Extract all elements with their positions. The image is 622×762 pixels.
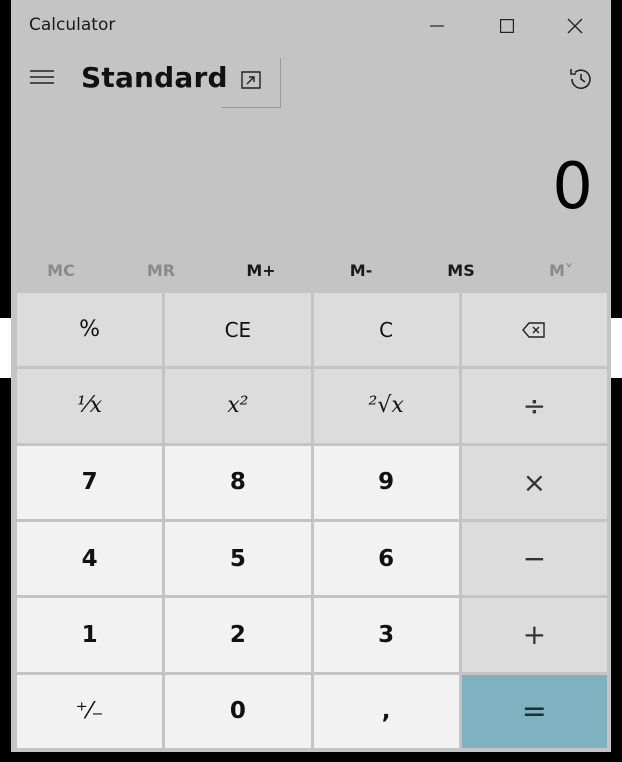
app-title: Calculator [29,15,116,35]
digit-1-button[interactable]: 1 [17,598,163,672]
memory-subtract-button[interactable]: M- [311,255,411,287]
keypad: % CE C ¹⁄x x² ²√x ÷ 7 8 9 × 4 5 6 − 1 2 … [17,293,607,748]
clear-entry-button[interactable]: CE [165,293,311,367]
digit-0-button[interactable]: 0 [165,674,311,748]
square-button[interactable]: x² [165,369,311,443]
memory-row: MC MR M+ M- MS M˅ [11,255,611,287]
keep-on-top-icon [241,71,261,89]
add-button[interactable]: + [461,598,607,672]
keep-on-top-button[interactable] [221,58,281,108]
menu-button[interactable] [27,62,57,92]
mode-title: Standard [81,61,228,94]
header-bar: Standard [11,50,611,110]
reciprocal-button[interactable]: ¹⁄x [17,369,163,443]
memory-clear-button[interactable]: MC [11,255,111,287]
memory-recall-button[interactable]: MR [111,255,211,287]
digit-6-button[interactable]: 6 [313,522,459,596]
maximize-button[interactable] [477,8,537,44]
multiply-button[interactable]: × [461,445,607,519]
decimal-button[interactable]: , [313,674,459,748]
square-root-button[interactable]: ²√x [313,369,459,443]
close-button[interactable] [545,8,605,44]
minimize-button[interactable] [407,8,467,44]
digit-7-button[interactable]: 7 [17,445,163,519]
result-display: 0 [552,150,593,224]
backspace-icon [522,321,546,338]
digit-8-button[interactable]: 8 [165,445,311,519]
maximize-icon [500,19,514,33]
hamburger-icon [30,70,54,84]
background-shape-left [0,318,11,378]
close-icon [567,18,583,34]
percent-button[interactable]: % [17,293,163,367]
memory-list-button[interactable]: M˅ [511,255,611,287]
digit-5-button[interactable]: 5 [165,522,311,596]
digit-3-button[interactable]: 3 [313,598,459,672]
background-shape-right [611,318,622,378]
history-button[interactable] [567,65,595,97]
clear-button[interactable]: C [313,293,459,367]
negate-button[interactable]: ⁺⁄₋ [17,674,163,748]
memory-add-button[interactable]: M+ [211,255,311,287]
digit-4-button[interactable]: 4 [17,522,163,596]
backspace-button[interactable] [461,293,607,367]
memory-store-button[interactable]: MS [411,255,511,287]
subtract-button[interactable]: − [461,522,607,596]
digit-9-button[interactable]: 9 [313,445,459,519]
calculator-window: Calculator Standard 0 MC MR M+ M- MS M˅ … [11,0,611,752]
equals-button[interactable]: = [461,674,607,748]
history-icon [570,69,591,89]
divide-button[interactable]: ÷ [461,369,607,443]
digit-2-button[interactable]: 2 [165,598,311,672]
title-bar: Calculator [11,0,611,50]
minimize-icon [430,25,444,27]
